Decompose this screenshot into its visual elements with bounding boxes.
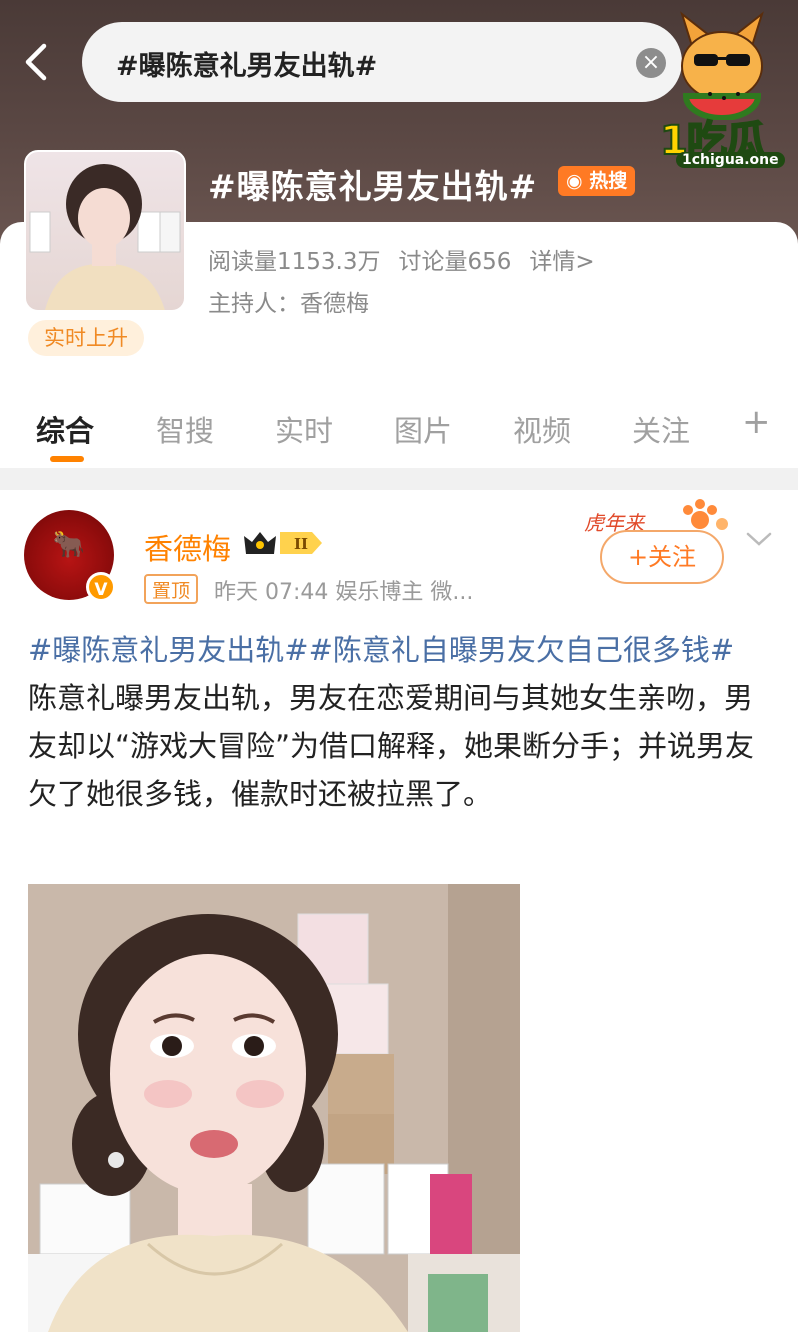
rising-badge: 实时上升: [28, 320, 144, 356]
post-image[interactable]: [28, 884, 520, 1332]
topic-host: 主持人：香德梅: [208, 291, 369, 317]
fox-mascot-icon: [680, 11, 764, 121]
tab-bar: 综合 智搜 实时 图片 视频 关注 +: [0, 392, 798, 466]
discussion-count: 讨论量656: [398, 249, 512, 275]
tab-comprehensive[interactable]: 综合: [36, 408, 94, 450]
follow-button[interactable]: +关注: [600, 530, 724, 584]
tab-videos[interactable]: 视频: [513, 408, 571, 450]
avatar[interactable]: 🐂 V: [24, 510, 116, 602]
watermark-url: 1chigua.one: [676, 152, 785, 168]
post-photo: [28, 884, 520, 1332]
active-tab-indicator: [50, 456, 84, 462]
verified-icon: V: [86, 572, 116, 602]
tab-following[interactable]: 关注: [632, 408, 690, 450]
tab-realtime[interactable]: 实时: [275, 408, 333, 450]
post-body: #曝陈意礼男友出轨##陈意礼自曝男友欠自己很多钱# 陈意礼曝男友出轨，男友在恋爱…: [28, 626, 768, 818]
topic-thumbnail[interactable]: [24, 150, 186, 312]
topic-stats: 阅读量1153.3万 讨论量656 详情>: [208, 242, 613, 276]
author-name[interactable]: 香德梅: [144, 526, 231, 568]
avatar-ox-icon: 🐂: [52, 530, 86, 560]
watermark-logo: 1吃瓜 1chigua.one: [652, 10, 790, 170]
post-text: 陈意礼曝男友出轨，男友在恋爱期间与其她女生亲吻，男友却以“游戏大冒险”为借口解释…: [28, 681, 755, 811]
back-arrow-icon[interactable]: [18, 40, 58, 84]
hashtag-link[interactable]: #曝陈意礼男友出轨#: [28, 633, 309, 667]
topic-title: #曝陈意礼男友出轨#: [208, 167, 538, 206]
member-level: II: [294, 535, 308, 553]
hot-search-badge: ◉ 热搜: [558, 166, 636, 196]
topic-header: #曝陈意礼男友出轨# × 1吃瓜 1chigua.one #曝陈意礼男友出轨#: [0, 0, 798, 472]
tab-smart-search[interactable]: 智搜: [156, 408, 214, 450]
details-link[interactable]: 详情>: [529, 249, 594, 275]
pinned-badge: 置顶: [144, 574, 199, 604]
hashtag-link[interactable]: #陈意礼自曝男友欠自己很多钱#: [309, 633, 735, 667]
chevron-down-icon[interactable]: [744, 528, 774, 550]
thumbnail-image: [29, 164, 181, 310]
search-query[interactable]: #曝陈意礼男友出轨#: [116, 44, 377, 83]
member-crown-icon: II: [244, 532, 322, 554]
section-divider: [0, 468, 798, 490]
add-tab-icon[interactable]: +: [742, 402, 771, 442]
tab-images[interactable]: 图片: [394, 408, 452, 450]
read-count: 阅读量1153.3万: [208, 249, 381, 275]
search-bar[interactable]: #曝陈意礼男友出轨# ×: [82, 22, 682, 102]
post-meta: 昨天 07:44 娱乐博主 微...: [214, 580, 474, 605]
hot-label: 热搜: [589, 170, 628, 192]
fire-icon: ◉: [566, 170, 583, 192]
